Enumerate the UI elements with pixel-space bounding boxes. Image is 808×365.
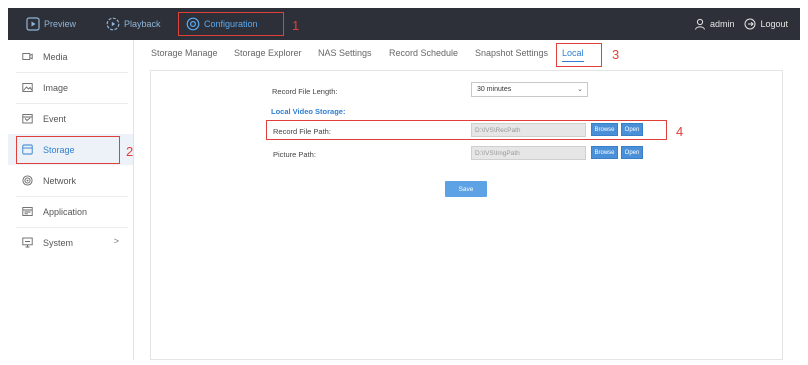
record-path-open-button[interactable]: Open	[621, 123, 643, 136]
sidebar-item-label: Event	[43, 113, 67, 124]
sidebar-item-label: Application	[43, 206, 88, 217]
sidebar-item-system[interactable]: System >	[8, 227, 133, 258]
nav-preview[interactable]: Preview	[26, 8, 76, 40]
picture-path-label: Picture Path:	[273, 150, 316, 159]
picture-path-browse-button[interactable]: Browse	[591, 146, 618, 159]
sidebar-item-storage[interactable]: Storage	[8, 134, 133, 165]
tab-storage-manage[interactable]: Storage Manage	[151, 48, 218, 58]
camera-icon	[22, 51, 33, 62]
tab-snapshot-settings[interactable]: Snapshot Settings	[475, 48, 548, 58]
sidebar-item-application[interactable]: Application	[8, 196, 133, 227]
chevron-right-icon: >	[113, 236, 119, 246]
logout-label: Logout	[760, 19, 788, 29]
application-icon	[22, 206, 33, 217]
preview-icon	[26, 17, 40, 31]
annotation-number: 3	[612, 47, 620, 62]
picture-path-open-button[interactable]: Open	[621, 146, 643, 159]
record-file-length-label: Record File Length:	[272, 87, 338, 96]
sidebar-item-network[interactable]: Network	[8, 165, 133, 196]
image-icon	[22, 82, 33, 93]
sidebar-item-label: System	[43, 237, 74, 248]
sidebar-item-label: Network	[43, 175, 77, 186]
nav-playback-label: Playback	[124, 19, 161, 29]
nav-preview-label: Preview	[44, 19, 77, 29]
sidebar: Media Image Event Storage Network Applic…	[8, 40, 134, 360]
sidebar-item-media[interactable]: Media	[8, 41, 133, 72]
record-file-length-value: 30 minutes	[477, 86, 512, 93]
annotation-number: 1	[292, 18, 300, 33]
tab-local[interactable]: Local	[562, 48, 584, 62]
network-icon	[22, 175, 33, 186]
user-label: admin	[709, 19, 735, 29]
event-icon	[22, 113, 33, 124]
save-button[interactable]: Save	[445, 181, 487, 197]
tab-nas-settings[interactable]: NAS Settings	[318, 48, 372, 58]
local-settings-panel: Record File Length: 30 minutes ⌄ Local V…	[150, 70, 783, 360]
picture-path-field[interactable]: D:\IVS\ImgPath	[471, 146, 586, 160]
sidebar-item-label: Media	[43, 51, 68, 62]
user-area: admin Logout	[684, 8, 788, 40]
tab-bar: Storage Manage Storage Explorer NAS Sett…	[140, 40, 800, 68]
user-icon	[694, 18, 706, 30]
storage-icon	[22, 144, 33, 155]
system-icon	[22, 237, 33, 248]
sidebar-item-label: Image	[43, 82, 69, 93]
tab-storage-explorer[interactable]: Storage Explorer	[234, 48, 302, 58]
sidebar-item-label: Storage	[43, 144, 75, 155]
configuration-icon	[186, 17, 200, 31]
app-window: Preview Playback Configuration admin Log…	[0, 0, 808, 365]
sidebar-item-image[interactable]: Image	[8, 72, 133, 103]
top-navigation-bar: Preview Playback Configuration admin Log…	[8, 8, 800, 40]
annotation-number: 2	[126, 144, 134, 159]
chevron-down-icon: ⌄	[577, 86, 583, 93]
record-file-path-field[interactable]: D:\IVS\RecPath	[471, 123, 586, 137]
nav-configuration-label: Configuration	[204, 19, 258, 29]
record-file-path-label: Record File Path:	[273, 127, 331, 136]
annotation-number: 4	[676, 124, 684, 139]
nav-configuration[interactable]: Configuration	[186, 8, 258, 40]
playback-icon	[106, 17, 120, 31]
record-path-browse-button[interactable]: Browse	[591, 123, 618, 136]
local-video-storage-title: Local Video Storage:	[271, 107, 346, 116]
tab-record-schedule[interactable]: Record Schedule	[389, 48, 458, 58]
logout-icon	[744, 18, 756, 30]
logout-button[interactable]: Logout	[744, 18, 788, 30]
sidebar-item-event[interactable]: Event	[8, 103, 133, 134]
user-menu[interactable]: admin	[694, 18, 735, 30]
record-file-length-select[interactable]: 30 minutes ⌄	[471, 82, 588, 97]
nav-playback[interactable]: Playback	[106, 8, 161, 40]
